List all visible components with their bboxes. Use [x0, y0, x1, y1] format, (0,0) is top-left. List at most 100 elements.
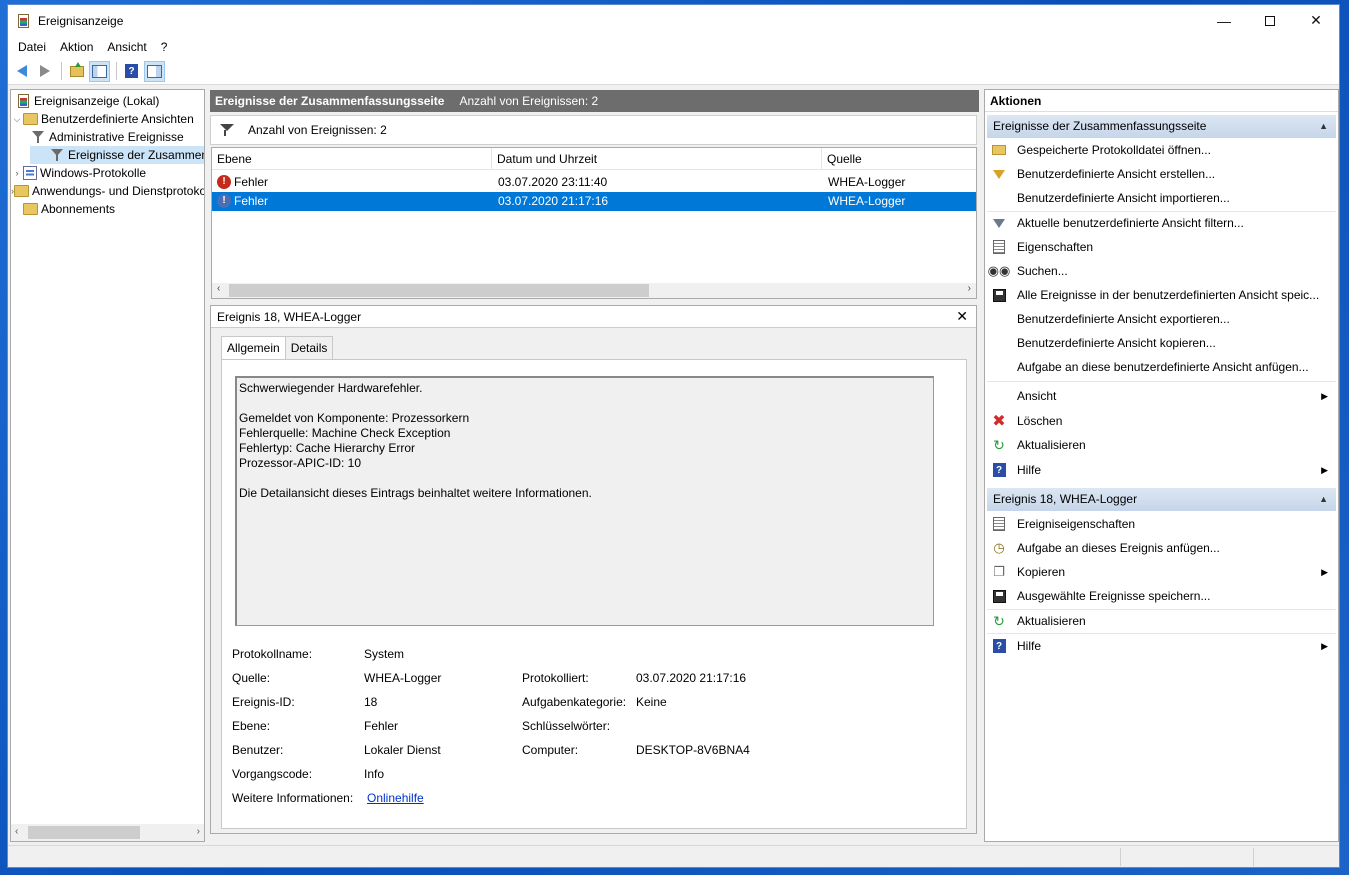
- actions-section-event[interactable]: Ereignis 18, WHEA-Logger ▲: [987, 488, 1336, 511]
- collapse-up-icon[interactable]: ▲: [1319, 115, 1328, 138]
- table-row[interactable]: ! Fehler 03.07.2020 23:11:40 WHEA-Logger: [212, 173, 976, 192]
- close-icon: ✕: [1310, 12, 1322, 28]
- tree-item-app-service-logs[interactable]: › Anwendungs- und Dienstprotokolle: [11, 182, 204, 200]
- create-filter-icon: [991, 166, 1007, 182]
- action-attach-task-event[interactable]: ◷ Aufgabe an dieses Ereignis anfügen...: [987, 536, 1336, 560]
- menu-file[interactable]: Datei: [11, 40, 53, 54]
- menu-help[interactable]: ?: [154, 40, 175, 54]
- close-detail-icon[interactable]: ✕: [956, 308, 968, 325]
- column-datetime[interactable]: Datum und Uhrzeit: [492, 148, 822, 170]
- show-action-pane-icon: [147, 64, 162, 78]
- folder-icon: [14, 185, 29, 197]
- scroll-thumb[interactable]: [229, 284, 649, 297]
- action-help[interactable]: ? Hilfe ▶: [987, 458, 1336, 482]
- chevron-right-icon[interactable]: ›: [11, 168, 23, 178]
- show-hide-tree-button[interactable]: [89, 60, 110, 82]
- action-create-custom-view[interactable]: Benutzerdefinierte Ansicht erstellen...: [987, 162, 1336, 186]
- action-delete[interactable]: ✖ Löschen: [987, 409, 1336, 433]
- detail-header: Ereignis 18, WHEA-Logger ✕: [211, 306, 976, 328]
- actions-section-summary[interactable]: Ereignisse der Zusammenfassungsseite ▲: [987, 115, 1336, 138]
- tree-item-admin-events[interactable]: Administrative Ereignisse: [11, 128, 204, 146]
- row-datetime: 03.07.2020 21:17:16: [498, 194, 609, 208]
- scroll-right-icon[interactable]: ›: [968, 283, 971, 294]
- error-icon: !: [217, 194, 231, 208]
- navigation-tree: Ereignisanzeige (Lokal) ⌵ Benutzerdefini…: [10, 89, 205, 842]
- action-label: Suchen...: [1017, 264, 1068, 278]
- action-label: Alle Ereignisse in der benutzerdefiniert…: [1017, 288, 1320, 302]
- action-label: Gespeicherte Protokolldatei öffnen...: [1017, 143, 1211, 157]
- action-help-event[interactable]: ? Hilfe ▶: [987, 634, 1336, 658]
- filter-icon: [991, 215, 1007, 231]
- action-save-all-events[interactable]: Alle Ereignisse in der benutzerdefiniert…: [987, 283, 1336, 307]
- action-find[interactable]: ◉◉ Suchen...: [987, 259, 1336, 283]
- action-label: Aufgabe an diese benutzerdefinierte Ansi…: [1017, 360, 1309, 374]
- action-open-saved-log[interactable]: Gespeicherte Protokolldatei öffnen...: [987, 138, 1336, 162]
- action-label: Hilfe: [1017, 463, 1042, 477]
- value-log-name: System: [364, 647, 405, 661]
- table-row-selected[interactable]: ! Fehler 03.07.2020 21:17:16 WHEA-Logger: [212, 192, 976, 211]
- column-source[interactable]: Quelle: [822, 148, 976, 170]
- blank-icon: [991, 311, 1007, 327]
- maximize-button[interactable]: [1247, 5, 1293, 36]
- tab-details[interactable]: Details: [284, 336, 334, 360]
- show-hide-action-pane-button[interactable]: [144, 60, 165, 82]
- chevron-down-icon[interactable]: ⌵: [11, 114, 23, 125]
- action-label: Aufgabe an dieses Ereignis anfügen...: [1017, 541, 1220, 555]
- tree-item-custom-views[interactable]: ⌵ Benutzerdefinierte Ansichten: [11, 110, 204, 128]
- action-export-custom-view[interactable]: Benutzerdefinierte Ansicht exportieren..…: [987, 307, 1336, 331]
- menu-bar: Datei Aktion Ansicht ?: [8, 36, 1339, 58]
- row-level: Fehler: [234, 175, 269, 189]
- close-button[interactable]: ✕: [1293, 5, 1339, 36]
- scroll-left-icon[interactable]: ‹: [217, 283, 220, 294]
- collapse-up-icon[interactable]: ▲: [1319, 488, 1328, 511]
- minimize-button[interactable]: —: [1201, 5, 1247, 36]
- show-pane-icon: [92, 64, 107, 78]
- tree-item-subscriptions[interactable]: Abonnements: [11, 200, 204, 218]
- scroll-left-icon[interactable]: ‹: [15, 826, 18, 837]
- action-view-submenu[interactable]: Ansicht ▶: [987, 384, 1336, 408]
- menu-view[interactable]: Ansicht: [100, 40, 153, 54]
- events-horizontal-scrollbar[interactable]: ‹ ›: [212, 283, 976, 298]
- event-viewer-icon: [17, 94, 31, 108]
- action-copy-custom-view[interactable]: Benutzerdefinierte Ansicht kopieren...: [987, 331, 1336, 355]
- general-tab-body: Schwerwiegender Hardwarefehler. Gemeldet…: [221, 359, 967, 829]
- event-count: Anzahl von Ereignissen: 2: [459, 94, 599, 108]
- forward-button[interactable]: [34, 61, 55, 82]
- scroll-thumb[interactable]: [28, 826, 140, 839]
- back-button[interactable]: [11, 61, 32, 82]
- help-button[interactable]: ?: [121, 61, 142, 82]
- action-copy[interactable]: ❐ Kopieren ▶: [987, 560, 1336, 584]
- menu-action[interactable]: Aktion: [53, 40, 100, 54]
- scroll-right-icon[interactable]: ›: [197, 826, 200, 837]
- column-level[interactable]: Ebene: [212, 148, 492, 170]
- online-help-link[interactable]: Onlinehilfe: [367, 791, 424, 807]
- tab-general[interactable]: Allgemein: [221, 336, 286, 361]
- action-properties[interactable]: Eigenschaften: [987, 235, 1336, 259]
- minimize-icon: —: [1217, 12, 1231, 29]
- action-event-properties[interactable]: Ereigniseigenschaften: [987, 512, 1336, 536]
- action-label: Ereigniseigenschaften: [1017, 517, 1136, 531]
- action-filter-current-view[interactable]: Aktuelle benutzerdefinierte Ansicht filt…: [987, 211, 1336, 235]
- blank-icon: [991, 190, 1007, 206]
- action-refresh[interactable]: ↻ Aktualisieren: [987, 433, 1336, 457]
- tree-item-windows-logs[interactable]: › Windows-Protokolle: [11, 164, 204, 182]
- action-import-custom-view[interactable]: Benutzerdefinierte Ansicht importieren..…: [987, 186, 1336, 210]
- events-table: Ebene Datum und Uhrzeit Quelle ! Fehler …: [211, 147, 977, 299]
- up-button[interactable]: [66, 61, 87, 82]
- open-folder-icon: [991, 142, 1007, 158]
- action-save-selected[interactable]: Ausgewählte Ereignisse speichern...: [987, 584, 1336, 608]
- label-more-info: Weitere Informationen:: [232, 791, 354, 805]
- tree-item-summary-events[interactable]: Ereignisse der Zusammenfassungsseite: [30, 146, 204, 164]
- submenu-arrow-icon: ▶: [1321, 464, 1328, 475]
- event-message[interactable]: Schwerwiegender Hardwarefehler. Gemeldet…: [235, 376, 934, 626]
- folder-icon: [23, 113, 38, 125]
- action-refresh-event[interactable]: ↻ Aktualisieren: [987, 609, 1336, 633]
- action-attach-task-view[interactable]: Aufgabe an diese benutzerdefinierte Ansi…: [987, 355, 1336, 379]
- tree-item-root[interactable]: Ereignisanzeige (Lokal): [11, 92, 204, 110]
- blank-icon: [991, 359, 1007, 375]
- tree-horizontal-scrollbar[interactable]: ‹ ›: [11, 824, 204, 841]
- value-event-id: 18: [364, 695, 378, 709]
- help-icon: ?: [991, 462, 1007, 478]
- action-label: Ansicht: [1017, 389, 1057, 403]
- section-title: Ereignis 18, WHEA-Logger: [993, 492, 1138, 506]
